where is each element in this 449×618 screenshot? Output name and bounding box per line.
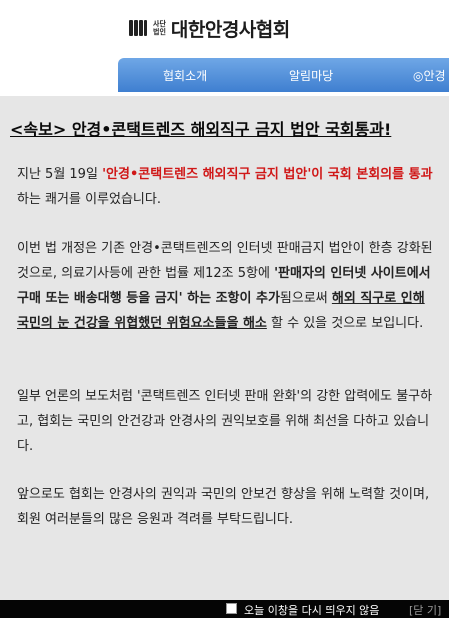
popup-headline: <속보> 안경•콘택트렌즈 해외직구 금지 법안 국회통과!	[10, 120, 392, 139]
p2-text-2: 됨으로써	[279, 291, 332, 306]
nav-item-about[interactable]: 협회소개	[163, 67, 207, 84]
paragraph-3: 일부 언론의 보도처럼 '콘택트렌즈 인터넷 판매 완화'의 강한 압력에도 불…	[17, 389, 433, 454]
p2-text-3: 할 수 있을 것으로 보입니다.	[266, 316, 424, 331]
nav-item-eyewear[interactable]: ◎안경	[413, 67, 446, 84]
close-popup-link[interactable]: [닫 기]	[409, 602, 441, 618]
logo-small-line1: 사단	[153, 20, 166, 28]
main-nav: 협회소개 알림마당 ◎안경	[118, 58, 449, 92]
logo-subtitle: 사단 법인	[153, 20, 166, 36]
site-header: 사단 법인 대한안경사협회 협회소개 알림마당 ◎안경	[0, 0, 449, 92]
logo-text: 대한안경사협회	[170, 18, 290, 41]
logo-emblem-icon	[128, 18, 148, 38]
p1-text-1: 지난 5월 19일	[17, 167, 103, 182]
paragraph-4: 앞으로도 협회는 안경사의 권익과 국민의 안보건 향상을 위해 노력할 것이며…	[17, 487, 430, 527]
paragraph-1: 지난 5월 19일 '안경•콘택트렌즈 해외직구 금지 법안'이 국회 본회의를…	[17, 162, 435, 212]
popup-footer: 오늘 이창을 다시 띄우지 않음 [닫 기]	[0, 600, 449, 618]
dont-show-today-checkbox[interactable]	[226, 603, 237, 614]
nav-item-notices[interactable]: 알림마당	[289, 67, 333, 84]
dont-show-today-label[interactable]: 오늘 이창을 다시 띄우지 않음	[244, 602, 379, 618]
popup-content: <속보> 안경•콘택트렌즈 해외직구 금지 법안 국회통과! 지난 5월 19일…	[0, 96, 449, 600]
p1-text-2: 하는 쾌거를 이루었습니다.	[17, 192, 161, 207]
paragraph-2: 이번 법 개정은 기존 안경•콘택트렌즈의 인터넷 판매금지 법안이 한층 강화…	[17, 236, 435, 336]
logo-small-line2: 법인	[153, 28, 166, 36]
p1-highlight: '안경•콘택트렌즈 해외직구 금지 법안'이 국회 본회의를 통과	[102, 167, 433, 182]
association-logo[interactable]: 사단 법인 대한안경사협회	[128, 10, 290, 46]
